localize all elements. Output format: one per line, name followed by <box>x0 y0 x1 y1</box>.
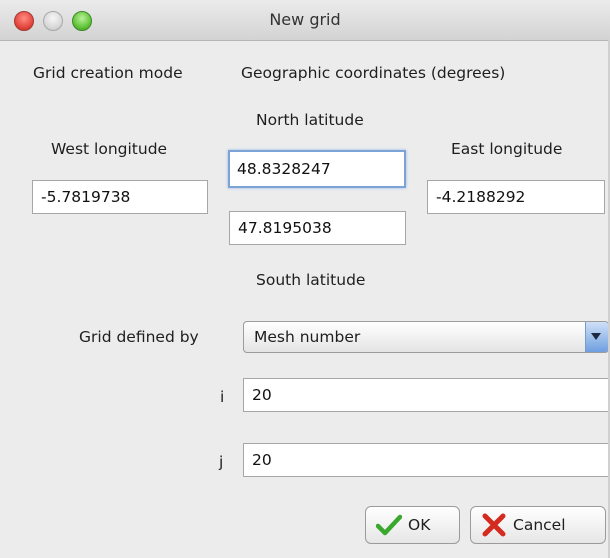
x-icon <box>481 512 507 538</box>
ok-button[interactable]: OK <box>365 506 460 544</box>
i-label: i <box>220 388 225 406</box>
dropdown-button[interactable] <box>585 322 608 352</box>
east-longitude-input[interactable] <box>427 180 605 214</box>
j-input[interactable] <box>243 443 610 477</box>
grid-creation-mode-value: Geographic coordinates (degrees) <box>241 64 506 82</box>
j-label: j <box>219 453 224 471</box>
east-longitude-label: East longitude <box>451 140 563 158</box>
chevron-down-icon <box>591 333 601 340</box>
ok-button-label: OK <box>408 516 431 534</box>
i-input[interactable] <box>243 378 610 412</box>
north-latitude-label: North latitude <box>256 111 364 129</box>
south-latitude-label: South latitude <box>256 271 366 289</box>
new-grid-dialog: New grid Grid creation mode Geographic c… <box>0 0 610 558</box>
checkmark-icon <box>376 514 402 536</box>
north-latitude-input[interactable] <box>228 150 406 188</box>
grid-creation-mode-label: Grid creation mode <box>33 64 183 82</box>
grid-defined-by-value: Mesh number <box>254 328 361 346</box>
title-bar[interactable]: New grid <box>0 0 610 41</box>
west-longitude-label: West longitude <box>51 140 168 158</box>
west-longitude-input[interactable] <box>32 180 208 214</box>
grid-defined-by-select[interactable]: Mesh number <box>243 321 609 353</box>
south-latitude-input[interactable] <box>229 211 406 245</box>
grid-defined-by-label: Grid defined by <box>79 328 199 346</box>
cancel-button-label: Cancel <box>513 516 566 534</box>
cancel-button[interactable]: Cancel <box>470 506 606 544</box>
window-title: New grid <box>269 10 341 29</box>
